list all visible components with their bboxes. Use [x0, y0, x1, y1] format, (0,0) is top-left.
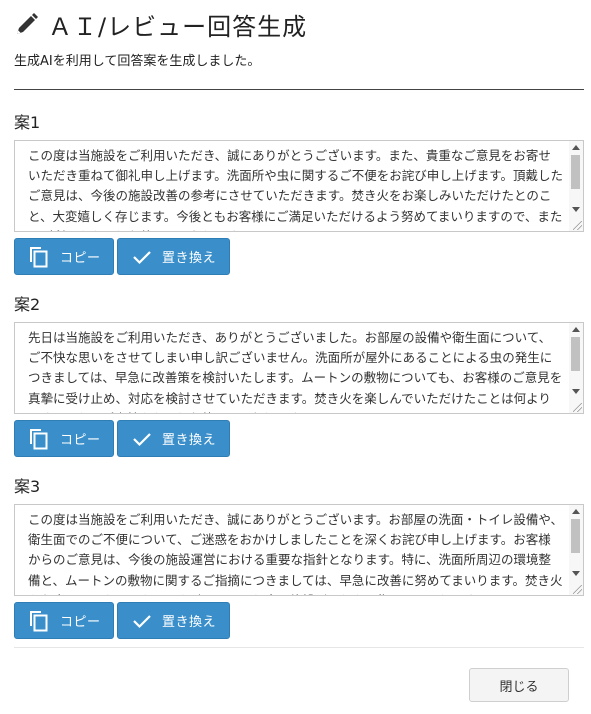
replace-button-label: 置き換え: [162, 251, 217, 266]
proposal-textarea[interactable]: この度は当施設をご利用いただき、誠にありがとうございます。お部屋の洗面・トイレ設…: [14, 504, 584, 596]
proposal-text: 先日は当施設をご利用いただき、ありがとうございました。お部屋の設備や衛生面につい…: [28, 330, 563, 413]
scroll-up-icon[interactable]: [572, 509, 580, 514]
textarea-scrollbar[interactable]: [569, 505, 583, 595]
replace-button[interactable]: 置き換え: [117, 602, 230, 639]
proposal-actions: コピー 置き換え: [14, 420, 230, 457]
scroll-up-icon[interactable]: [572, 145, 580, 150]
proposal-1: 案1 この度は当施設をご利用いただき、誠にありがとうございます。また、貴重なご意…: [14, 112, 584, 275]
copy-icon: [30, 610, 48, 631]
resize-handle-icon[interactable]: [573, 221, 582, 230]
textarea-scrollbar[interactable]: [569, 323, 583, 413]
dialog-title: ＡＩ/レビュー回答生成: [48, 12, 308, 41]
proposal-text: この度は当施設をご利用いただき、誠にありがとうございます。お部屋の洗面・トイレ設…: [28, 512, 564, 595]
copy-button-label: コピー: [60, 433, 101, 448]
proposal-label: 案2: [14, 295, 41, 314]
copy-button-label: コピー: [60, 251, 101, 266]
copy-button-label: コピー: [60, 615, 101, 630]
proposal-actions: コピー 置き換え: [14, 602, 230, 639]
copy-icon: [30, 246, 48, 267]
check-icon: [133, 250, 151, 264]
scroll-thumb[interactable]: [571, 519, 580, 553]
check-icon: [133, 614, 151, 628]
scroll-down-icon[interactable]: [572, 571, 580, 576]
proposal-label: 案1: [14, 113, 41, 132]
copy-button[interactable]: コピー: [14, 602, 114, 639]
scroll-thumb[interactable]: [571, 155, 580, 189]
proposal-label: 案3: [14, 477, 41, 496]
pencil-icon: [17, 13, 38, 34]
scroll-thumb[interactable]: [571, 337, 580, 371]
copy-button[interactable]: コピー: [14, 238, 114, 275]
scroll-down-icon[interactable]: [572, 207, 580, 212]
proposal-actions: コピー 置き換え: [14, 238, 230, 275]
replace-button[interactable]: 置き換え: [117, 238, 230, 275]
proposal-text: この度は当施設をご利用いただき、誠にありがとうございます。また、貴重なご意見をお…: [28, 148, 564, 231]
resize-handle-icon[interactable]: [573, 585, 582, 594]
replace-button-label: 置き換え: [162, 615, 217, 630]
header-divider: [14, 89, 584, 90]
copy-icon: [30, 428, 48, 449]
copy-button[interactable]: コピー: [14, 420, 114, 457]
scroll-up-icon[interactable]: [572, 327, 580, 332]
scroll-down-icon[interactable]: [572, 389, 580, 394]
dialog-header: ＡＩ/レビュー回答生成: [14, 8, 308, 41]
dialog-subtitle: 生成AIを利用して回答案を生成しました。: [14, 54, 261, 69]
replace-button-label: 置き換え: [162, 433, 217, 448]
close-button[interactable]: 閉じる: [469, 668, 569, 702]
replace-button[interactable]: 置き換え: [117, 420, 230, 457]
proposal-textarea[interactable]: 先日は当施設をご利用いただき、ありがとうございました。お部屋の設備や衛生面につい…: [14, 322, 584, 414]
proposal-textarea[interactable]: この度は当施設をご利用いただき、誠にありがとうございます。また、貴重なご意見をお…: [14, 140, 584, 232]
check-icon: [133, 432, 151, 446]
resize-handle-icon[interactable]: [573, 403, 582, 412]
textarea-scrollbar[interactable]: [569, 141, 583, 231]
footer-divider: [14, 647, 584, 648]
proposal-2: 案2 先日は当施設をご利用いただき、ありがとうございました。お部屋の設備や衛生面…: [14, 294, 584, 457]
proposal-3: 案3 この度は当施設をご利用いただき、誠にありがとうございます。お部屋の洗面・ト…: [14, 476, 584, 639]
